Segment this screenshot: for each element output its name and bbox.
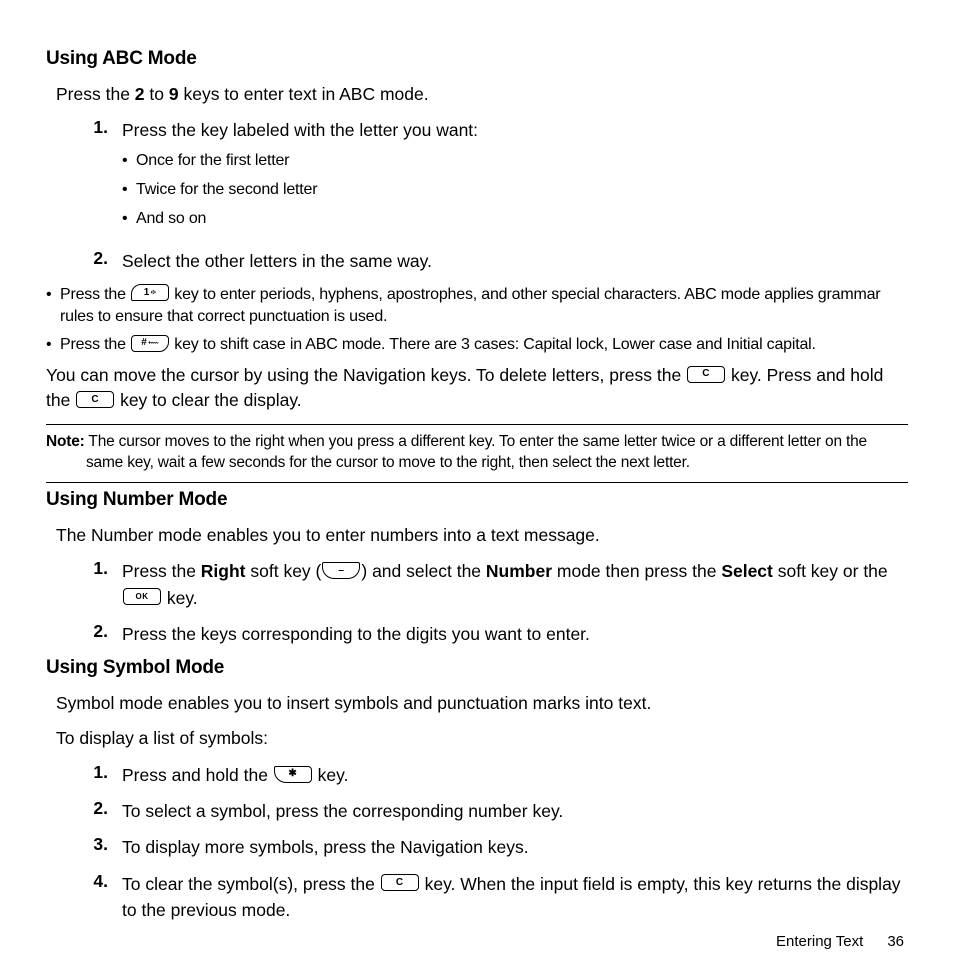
text: to [145, 84, 169, 104]
list-item: 1. Press and hold the ✱ key. [46, 762, 908, 788]
footer-section-title: Entering Text [776, 933, 863, 950]
step-text: Press the Right soft key (–) and select … [122, 558, 908, 611]
key-c-icon: C [381, 874, 419, 891]
abc-sub-bullets: • Press the 1፨ key to enter periods, hyp… [46, 284, 908, 356]
key-c-icon: C [76, 391, 114, 408]
bullet-text: Twice for the second letter [136, 179, 908, 201]
abc-note: Note: The cursor moves to the right when… [46, 431, 908, 474]
step-text: Press and hold the ✱ key. [122, 762, 908, 788]
list-item: 3. To display more symbols, press the Na… [46, 834, 908, 860]
symbol-steps: 1. Press and hold the ✱ key. 2. To selec… [46, 762, 908, 923]
step-text: Press the keys corresponding to the digi… [122, 621, 908, 647]
abc-step1-bullets: •Once for the first letter •Twice for th… [122, 150, 908, 231]
bullet-dot: • [122, 179, 136, 201]
key-c-icon: C [687, 366, 725, 383]
bold-text: Right [201, 561, 246, 581]
abc-cursor-note: You can move the cursor by using the Nav… [46, 363, 908, 414]
step-number: 3. [74, 834, 122, 860]
number-intro: The Number mode enables you to enter num… [46, 523, 908, 548]
bullet-item: • Press the 1፨ key to enter periods, hyp… [46, 284, 908, 327]
text: key. [313, 765, 349, 785]
bullet-item: • Press the #⬳ key to shift case in ABC … [46, 334, 908, 356]
text: key to shift case in ABC mode. There are… [170, 336, 816, 353]
page-footer: Entering Text36 [46, 933, 908, 950]
step-number: 2. [74, 798, 122, 824]
bullet-item: •Twice for the second letter [122, 179, 908, 201]
text: Press the [60, 286, 130, 303]
note-text: The cursor moves to the right when you p… [85, 433, 867, 472]
text: keys to enter text in ABC mode. [179, 84, 429, 104]
heading-number-mode: Using Number Mode [46, 489, 908, 511]
text: Press the [56, 84, 135, 104]
text: To clear the symbol(s), press the [122, 874, 380, 894]
text: Press the [122, 561, 201, 581]
bullet-dot: • [46, 284, 60, 327]
bullet-item: •Once for the first letter [122, 150, 908, 172]
heading-symbol-mode: Using Symbol Mode [46, 657, 908, 679]
note-label: Note: [46, 433, 85, 450]
step-number: 1. [74, 117, 122, 237]
bold-digit: 2 [135, 84, 145, 104]
list-item: 2. Press the keys corresponding to the d… [46, 621, 908, 647]
step-text: Select the other letters in the same way… [122, 248, 908, 274]
step-text: To clear the symbol(s), press the C key.… [122, 871, 908, 924]
divider [46, 482, 908, 483]
heading-abc-mode: Using ABC Mode [46, 48, 908, 70]
footer-page-number: 36 [863, 933, 904, 950]
divider [46, 424, 908, 425]
key-hash-icon: #⬳ [131, 335, 169, 352]
step-text: To display more symbols, press the Navig… [122, 834, 908, 860]
key-ok-icon: OK [123, 588, 161, 605]
bullet-dot: • [46, 334, 60, 356]
text: You can move the cursor by using the Nav… [46, 365, 686, 385]
text: mode then press the [552, 561, 721, 581]
page-content: Using ABC Mode Press the 2 to 9 keys to … [46, 48, 908, 933]
step-number: 1. [74, 762, 122, 788]
soft-key-right-icon: – [322, 562, 360, 579]
bullet-text: And so on [136, 208, 908, 230]
bullet-text: Press the #⬳ key to shift case in ABC mo… [60, 334, 908, 356]
text: key to enter periods, hyphens, apostroph… [60, 286, 880, 325]
list-item: 2. Select the other letters in the same … [46, 248, 908, 274]
abc-intro: Press the 2 to 9 keys to enter text in A… [46, 82, 908, 107]
abc-steps: 1. Press the key labeled with the letter… [46, 117, 908, 274]
list-item: 1. Press the key labeled with the letter… [46, 117, 908, 237]
text: key. [162, 588, 198, 608]
text: Press the key labeled with the letter yo… [122, 120, 478, 140]
text: ) and select the [361, 561, 486, 581]
bullet-text: Once for the first letter [136, 150, 908, 172]
symbol-intro: Symbol mode enables you to insert symbol… [46, 691, 908, 716]
key-1-icon: 1፨ [131, 284, 169, 301]
manual-page: Using ABC Mode Press the 2 to 9 keys to … [0, 0, 954, 954]
bullet-dot: • [122, 150, 136, 172]
step-number: 2. [74, 248, 122, 274]
bold-text: Select [721, 561, 773, 581]
text: soft key or the [773, 561, 888, 581]
list-item: 2. To select a symbol, press the corresp… [46, 798, 908, 824]
bold-text: Number [486, 561, 552, 581]
text: soft key ( [246, 561, 322, 581]
text: Press the [60, 336, 130, 353]
bullet-dot: • [122, 208, 136, 230]
text: Press and hold the [122, 765, 273, 785]
number-steps: 1. Press the Right soft key (–) and sele… [46, 558, 908, 647]
bold-digit: 9 [169, 84, 179, 104]
step-text: To select a symbol, press the correspond… [122, 798, 908, 824]
list-item: 4. To clear the symbol(s), press the C k… [46, 871, 908, 924]
step-number: 4. [74, 871, 122, 924]
step-number: 1. [74, 558, 122, 611]
symbol-sub-intro: To display a list of symbols: [46, 726, 908, 751]
key-asterisk-icon: ✱ [274, 766, 312, 783]
bullet-item: •And so on [122, 208, 908, 230]
step-number: 2. [74, 621, 122, 647]
step-text: Press the key labeled with the letter yo… [122, 117, 908, 237]
bullet-text: Press the 1፨ key to enter periods, hyphe… [60, 284, 908, 327]
text: key to clear the display. [115, 390, 301, 410]
list-item: 1. Press the Right soft key (–) and sele… [46, 558, 908, 611]
